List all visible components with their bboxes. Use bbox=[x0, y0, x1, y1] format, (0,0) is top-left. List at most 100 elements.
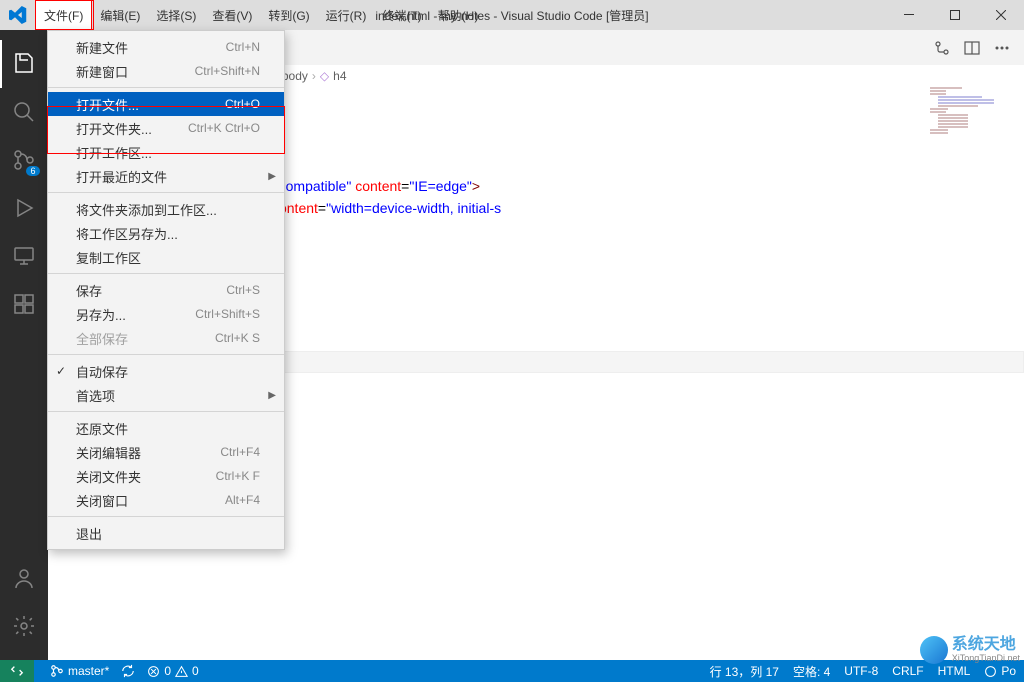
menu-separator bbox=[48, 87, 284, 88]
status-bar: master* 0 0 行 13，列 17 空格: 4 UTF-8 CRLF H… bbox=[0, 660, 1024, 682]
menu-item-shortcut: Ctrl+K S bbox=[215, 331, 260, 345]
indentation-status[interactable]: 空格: 4 bbox=[793, 663, 830, 680]
menu-separator bbox=[48, 192, 284, 193]
scm-badge: 6 bbox=[26, 166, 40, 176]
explorer-icon[interactable] bbox=[0, 40, 48, 88]
menu-item-label: 首选项 bbox=[76, 386, 115, 405]
menu-item-shortcut: Ctrl+Shift+N bbox=[195, 64, 260, 78]
remote-explorer-icon[interactable] bbox=[0, 232, 48, 280]
file-menu-item[interactable]: 打开工作区... bbox=[48, 140, 284, 164]
file-menu-item[interactable]: 将工作区另存为... bbox=[48, 221, 284, 245]
check-icon: ✓ bbox=[56, 364, 66, 378]
watermark-icon bbox=[920, 636, 948, 664]
language-mode-status[interactable]: HTML bbox=[938, 664, 971, 678]
menu-run[interactable]: 运行(R) bbox=[318, 0, 375, 30]
menu-item-shortcut: Alt+F4 bbox=[225, 493, 260, 507]
menu-item-label: 新建文件 bbox=[76, 38, 128, 57]
menu-item-label: 打开文件夹... bbox=[76, 119, 152, 138]
compare-changes-icon[interactable] bbox=[934, 40, 950, 56]
menu-item-shortcut: Ctrl+F4 bbox=[220, 445, 260, 459]
menu-item-shortcut: Ctrl+Shift+S bbox=[195, 307, 260, 321]
file-menu-item[interactable]: 全部保存 Ctrl+K S bbox=[48, 326, 284, 350]
breadcrumb-body[interactable]: body bbox=[282, 69, 308, 83]
file-menu-item[interactable]: 关闭编辑器 Ctrl+F4 bbox=[48, 440, 284, 464]
menu-view[interactable]: 查看(V) bbox=[204, 0, 260, 30]
activity-bar: 6 bbox=[0, 30, 48, 660]
file-menu-item[interactable]: 还原文件 bbox=[48, 416, 284, 440]
menu-separator bbox=[48, 354, 284, 355]
menu-item-label: 打开工作区... bbox=[76, 143, 152, 162]
element-icon: ◇ bbox=[320, 69, 329, 83]
extensions-icon[interactable] bbox=[0, 280, 48, 328]
file-menu-item[interactable]: 新建窗口 Ctrl+Shift+N bbox=[48, 59, 284, 83]
minimize-button[interactable] bbox=[886, 0, 932, 30]
menu-file[interactable]: 文件(F) bbox=[35, 0, 92, 30]
file-menu-item[interactable]: 打开文件... Ctrl+O bbox=[48, 92, 284, 116]
menu-item-label: 保存 bbox=[76, 281, 102, 300]
file-menu-item[interactable]: 打开文件夹... Ctrl+K Ctrl+O bbox=[48, 116, 284, 140]
ports-status[interactable]: Po bbox=[984, 664, 1016, 678]
file-menu-item[interactable]: 退出 bbox=[48, 521, 284, 545]
file-menu-item[interactable]: 新建文件 Ctrl+N bbox=[48, 35, 284, 59]
close-button[interactable] bbox=[978, 0, 1024, 30]
menu-item-shortcut: Ctrl+S bbox=[226, 283, 260, 297]
menu-edit[interactable]: 编辑(E) bbox=[92, 0, 148, 30]
cursor-position-status[interactable]: 行 13，列 17 bbox=[710, 663, 779, 680]
window-controls bbox=[886, 0, 1024, 30]
menu-item-label: 将文件夹添加到工作区... bbox=[76, 200, 217, 219]
remote-indicator[interactable] bbox=[0, 660, 34, 682]
run-debug-icon[interactable] bbox=[0, 184, 48, 232]
menu-item-label: 打开最近的文件 bbox=[76, 167, 167, 186]
watermark-logo: 系统天地 XiTongTianDi.net bbox=[920, 636, 1020, 664]
accounts-icon[interactable] bbox=[0, 554, 48, 602]
vscode-app-icon bbox=[0, 0, 35, 30]
git-sync-status[interactable] bbox=[121, 664, 135, 678]
menu-item-label: 全部保存 bbox=[76, 329, 128, 348]
menu-item-label: 自动保存 bbox=[76, 362, 128, 381]
menu-item-shortcut: Ctrl+O bbox=[225, 97, 260, 111]
file-menu-item[interactable]: 关闭文件夹 Ctrl+K F bbox=[48, 464, 284, 488]
menu-item-label: 退出 bbox=[76, 524, 102, 543]
file-menu-item[interactable]: 将文件夹添加到工作区... bbox=[48, 197, 284, 221]
file-menu-item[interactable]: 复制工作区 bbox=[48, 245, 284, 269]
file-menu-item[interactable]: 首选项 ▶ bbox=[48, 383, 284, 407]
encoding-status[interactable]: UTF-8 bbox=[844, 664, 878, 678]
menu-item-label: 打开文件... bbox=[76, 95, 139, 114]
tab-actions bbox=[934, 40, 1024, 56]
menu-go[interactable]: 转到(G) bbox=[260, 0, 317, 30]
menu-item-label: 关闭编辑器 bbox=[76, 443, 141, 462]
menu-item-label: 关闭窗口 bbox=[76, 491, 128, 510]
menu-item-shortcut: Ctrl+K Ctrl+O bbox=[188, 121, 260, 135]
source-control-icon[interactable]: 6 bbox=[0, 136, 48, 184]
menu-item-label: 另存为... bbox=[76, 305, 126, 324]
menu-item-shortcut: Ctrl+N bbox=[226, 40, 260, 54]
file-menu-dropdown: 新建文件Ctrl+N新建窗口Ctrl+Shift+N打开文件...Ctrl+O打… bbox=[47, 30, 285, 550]
more-actions-icon[interactable] bbox=[994, 40, 1010, 56]
git-branch-status[interactable]: master* bbox=[50, 664, 109, 678]
split-editor-icon[interactable] bbox=[964, 40, 980, 56]
menu-item-label: 新建窗口 bbox=[76, 62, 128, 81]
file-menu-item[interactable]: ✓ 自动保存 bbox=[48, 359, 284, 383]
menu-item-label: 将工作区另存为... bbox=[76, 224, 178, 243]
problems-status[interactable]: 0 0 bbox=[147, 664, 198, 678]
maximize-button[interactable] bbox=[932, 0, 978, 30]
settings-gear-icon[interactable] bbox=[0, 602, 48, 650]
title-bar: 文件(F) 编辑(E) 选择(S) 查看(V) 转到(G) 运行(R) 终端(T… bbox=[0, 0, 1024, 30]
file-menu-item[interactable]: 打开最近的文件 ▶ bbox=[48, 164, 284, 188]
menu-separator bbox=[48, 411, 284, 412]
menu-item-label: 关闭文件夹 bbox=[76, 467, 141, 486]
menu-separator bbox=[48, 273, 284, 274]
breadcrumb-h4[interactable]: h4 bbox=[333, 69, 346, 83]
chevron-right-icon: ▶ bbox=[268, 171, 276, 182]
chevron-right-icon: ▶ bbox=[268, 390, 276, 401]
chevron-right-icon: › bbox=[312, 69, 316, 83]
file-menu-item[interactable]: 关闭窗口 Alt+F4 bbox=[48, 488, 284, 512]
eol-status[interactable]: CRLF bbox=[892, 664, 923, 678]
file-menu-item[interactable]: 保存 Ctrl+S bbox=[48, 278, 284, 302]
menu-separator bbox=[48, 516, 284, 517]
menu-item-shortcut: Ctrl+K F bbox=[216, 469, 260, 483]
menu-selection[interactable]: 选择(S) bbox=[148, 0, 204, 30]
search-icon[interactable] bbox=[0, 88, 48, 136]
file-menu-item[interactable]: 另存为... Ctrl+Shift+S bbox=[48, 302, 284, 326]
minimap[interactable] bbox=[930, 87, 1010, 207]
